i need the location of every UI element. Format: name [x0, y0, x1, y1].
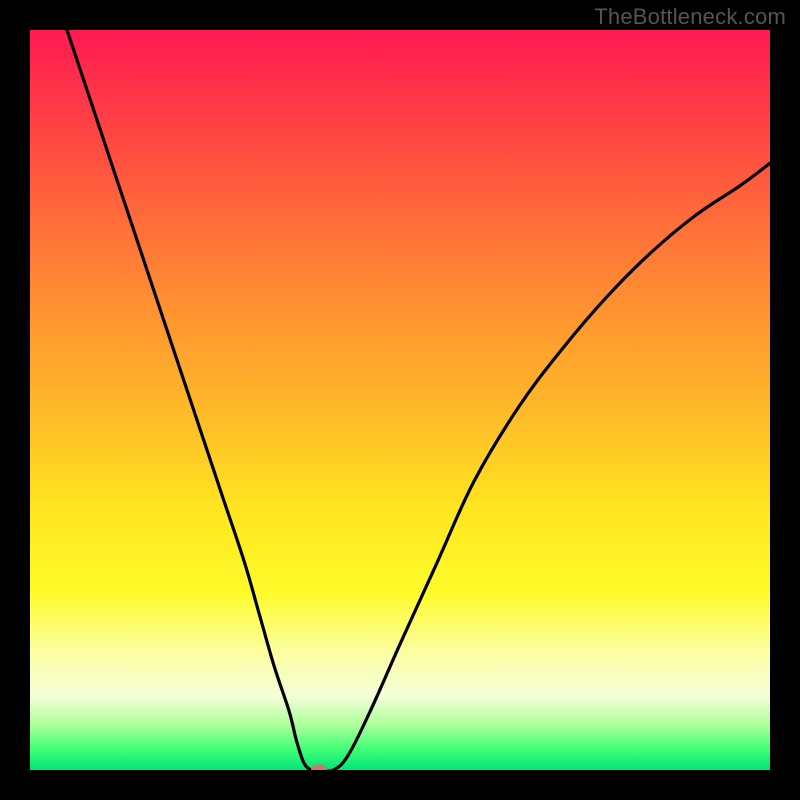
curve-svg — [30, 30, 770, 770]
watermark-text: TheBottleneck.com — [594, 4, 786, 30]
chart-frame: TheBottleneck.com — [0, 0, 800, 800]
plot-area — [30, 30, 770, 770]
bottleneck-curve — [67, 30, 770, 770]
optimal-point-marker — [311, 765, 327, 771]
